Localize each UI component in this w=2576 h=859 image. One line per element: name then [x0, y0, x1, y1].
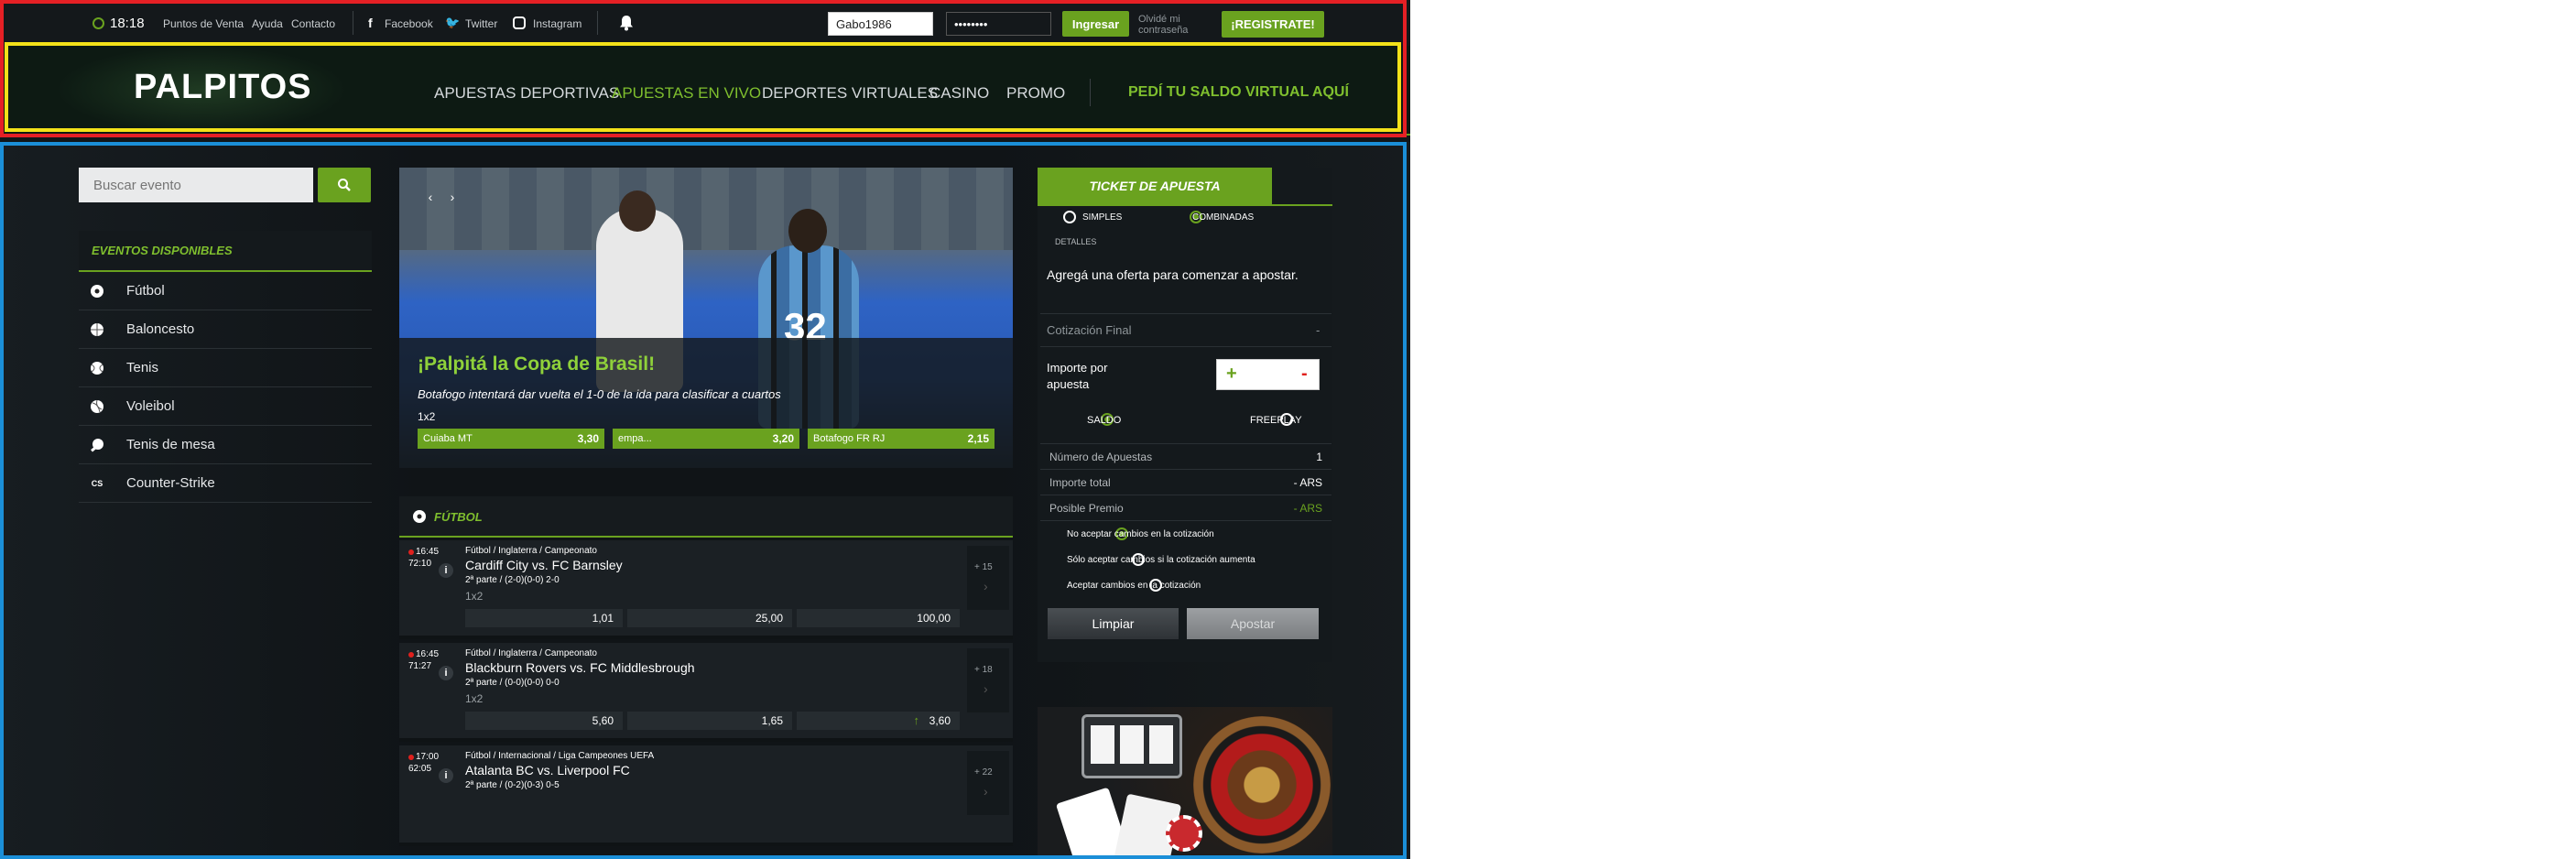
region-outline-nav: [5, 42, 1401, 132]
page: 18:18 Puntos de Venta Ayuda Contacto f F…: [0, 0, 1410, 859]
region-outline-content: [0, 142, 1407, 859]
